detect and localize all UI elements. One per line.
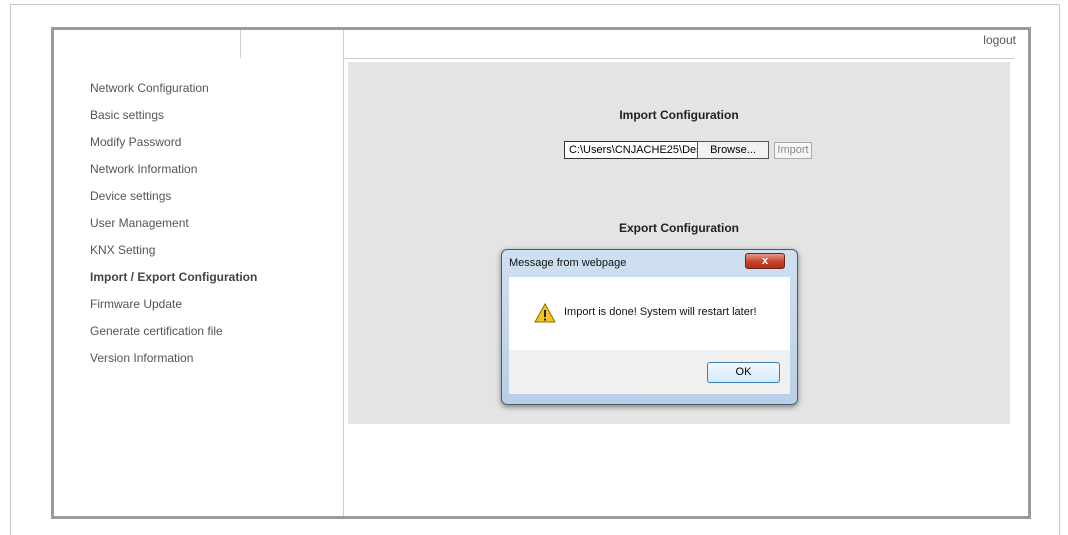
sidebar-item-import-export-configuration[interactable]: Import / Export Configuration [90, 269, 340, 296]
sidebar-item-knx-setting[interactable]: KNX Setting [90, 242, 340, 269]
sidebar-item-version-information[interactable]: Version Information [90, 350, 340, 377]
import-button[interactable]: Import [774, 142, 812, 159]
sidebar-nav: Network Configuration Basic settings Mod… [90, 80, 340, 377]
warning-icon [534, 303, 556, 323]
message-dialog: Message from webpage x Import is done! S… [501, 249, 798, 405]
sidebar-item-network-configuration[interactable]: Network Configuration [90, 80, 340, 107]
header-divider [343, 58, 1014, 59]
sidebar-item-device-settings[interactable]: Device settings [90, 188, 340, 215]
dialog-footer: OK [509, 350, 790, 394]
header-tab-area [240, 30, 344, 58]
dialog-message: Import is done! System will restart late… [564, 306, 757, 318]
export-configuration-title: Export Configuration [619, 221, 739, 235]
browse-button[interactable]: Browse... [697, 141, 769, 159]
sidebar-item-modify-password[interactable]: Modify Password [90, 134, 340, 161]
dialog-body: Import is done! System will restart late… [509, 277, 790, 350]
ok-button[interactable]: OK [707, 362, 780, 383]
logout-link[interactable]: logout [983, 33, 1016, 47]
dialog-close-button[interactable]: x [745, 253, 785, 269]
sidebar-divider [343, 30, 344, 516]
sidebar-item-basic-settings[interactable]: Basic settings [90, 107, 340, 134]
sidebar-item-generate-certification-file[interactable]: Generate certification file [90, 323, 340, 350]
sidebar-item-firmware-update[interactable]: Firmware Update [90, 296, 340, 323]
import-configuration-title: Import Configuration [619, 108, 739, 122]
sidebar-item-network-information[interactable]: Network Information [90, 161, 340, 188]
sidebar-item-user-management[interactable]: User Management [90, 215, 340, 242]
dialog-title: Message from webpage [509, 257, 627, 269]
